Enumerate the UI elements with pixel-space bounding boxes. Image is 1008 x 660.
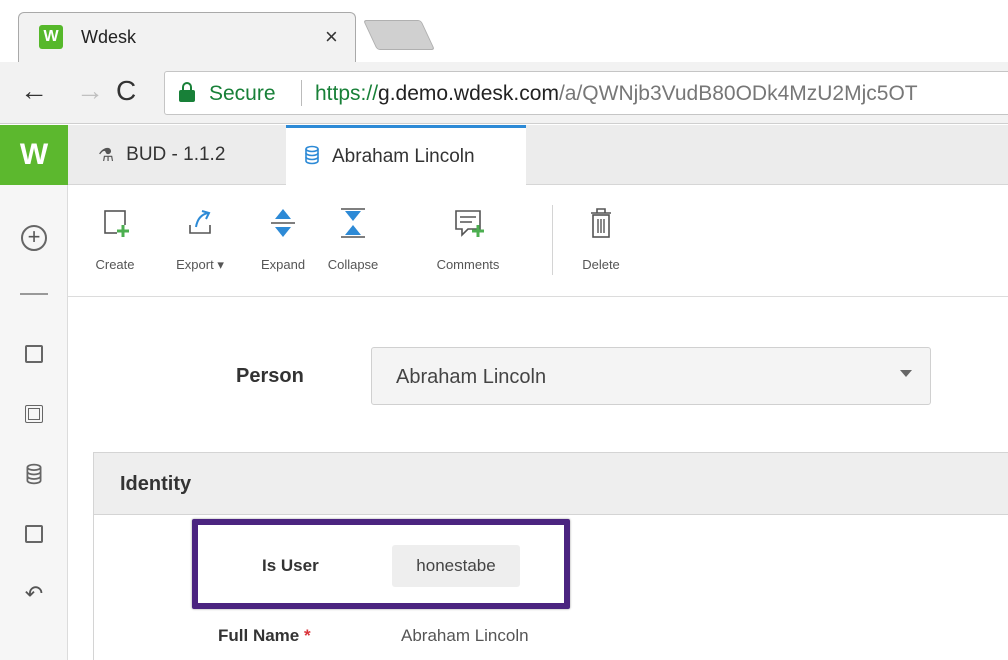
export-label: Export ▾ bbox=[176, 257, 224, 272]
trash-icon bbox=[566, 203, 636, 243]
tab-abraham-lincoln[interactable]: Abraham Lincoln bbox=[286, 125, 526, 186]
is-user-label: Is User bbox=[262, 556, 319, 575]
export-button[interactable]: Export ▾ bbox=[165, 203, 235, 273]
expand-label: Expand bbox=[260, 257, 306, 272]
collapse-button[interactable]: Collapse bbox=[318, 203, 388, 272]
export-icon bbox=[165, 203, 235, 243]
tab-bud-label: BUD - 1.1.2 bbox=[126, 144, 226, 165]
wdesk-favicon-icon: W bbox=[39, 25, 63, 49]
create-label: Create bbox=[95, 257, 135, 272]
history-icon[interactable]: ↶ bbox=[20, 580, 48, 608]
document-icon[interactable] bbox=[20, 340, 48, 368]
url-scheme: https:// bbox=[315, 82, 379, 105]
forward-arrow-icon[interactable]: → bbox=[76, 76, 104, 106]
delete-label: Delete bbox=[582, 257, 620, 272]
expand-icon bbox=[248, 203, 318, 243]
url-domain: g.demo.wdesk.com bbox=[378, 82, 559, 105]
back-arrow-icon[interactable]: ← bbox=[20, 76, 48, 106]
database-icon bbox=[304, 145, 320, 170]
tab-abraham-lincoln-label: Abraham Lincoln bbox=[332, 146, 475, 167]
lock-icon bbox=[179, 82, 195, 102]
person-select-value: Abraham Lincoln bbox=[396, 366, 547, 388]
sidebar-divider bbox=[20, 293, 48, 295]
comments-icon bbox=[423, 203, 513, 243]
export-text: Export bbox=[176, 257, 214, 272]
address-bar[interactable]: Secure https://g.demo.wdesk.com/a/QWNjb3… bbox=[164, 71, 1008, 115]
address-separator bbox=[301, 80, 302, 106]
collapse-label: Collapse bbox=[327, 257, 379, 272]
toolbar-separator bbox=[552, 205, 553, 275]
create-button[interactable]: Create bbox=[80, 203, 150, 272]
left-sidebar: + ↶ bbox=[0, 185, 68, 660]
browser-tab-title: Wdesk bbox=[81, 27, 137, 47]
tab-bud[interactable]: ⚗ BUD - 1.1.2 bbox=[98, 125, 225, 185]
identity-header[interactable]: Identity bbox=[94, 453, 1008, 515]
app-tabbar: ⚗ BUD - 1.1.2 Abraham Lincoln bbox=[68, 125, 1008, 186]
required-marker: * bbox=[303, 626, 311, 645]
secure-label: Secure bbox=[209, 82, 276, 105]
expand-button[interactable]: Expand bbox=[248, 203, 318, 272]
reload-icon[interactable]: C bbox=[116, 76, 136, 106]
browser-tabstrip: W Wdesk × bbox=[0, 0, 1008, 62]
add-circle-icon[interactable]: + bbox=[21, 225, 47, 251]
filter-icon[interactable] bbox=[20, 520, 48, 548]
full-name-value[interactable]: Abraham Lincoln bbox=[401, 626, 529, 646]
person-label: Person bbox=[236, 365, 304, 387]
full-name-label-text: Full Name bbox=[218, 626, 300, 645]
is-user-value[interactable]: honestabe bbox=[392, 545, 520, 587]
url-path: /a/QWNjb3VudB80ODk4MzU2Mjc5OT bbox=[558, 82, 918, 105]
new-tab-button[interactable] bbox=[363, 20, 435, 50]
close-tab-icon[interactable]: × bbox=[325, 24, 338, 50]
browser-toolbar: ← → C Secure https://g.demo.wdesk.com/a/… bbox=[0, 62, 1008, 124]
flask-icon: ⚗ bbox=[98, 144, 115, 165]
spreadsheet-icon[interactable] bbox=[20, 400, 48, 428]
chevron-down-icon bbox=[900, 370, 912, 377]
url-text: https://g.demo.wdesk.com/a/QWNjb3VudB80O… bbox=[315, 82, 918, 106]
comments-button[interactable]: Comments bbox=[423, 203, 513, 272]
create-icon bbox=[80, 203, 150, 243]
full-name-label: Full Name * bbox=[218, 626, 311, 646]
database-nav-icon[interactable] bbox=[20, 460, 48, 488]
comments-label: Comments bbox=[436, 257, 500, 272]
action-toolbar: Create Export ▾ Expand Collapse Comments… bbox=[68, 185, 1008, 297]
browser-tab-wdesk[interactable]: W Wdesk × bbox=[18, 12, 356, 62]
wdesk-logo[interactable]: W bbox=[0, 125, 68, 185]
identity-title: Identity bbox=[120, 473, 192, 495]
delete-button[interactable]: Delete bbox=[566, 203, 636, 272]
collapse-icon bbox=[318, 203, 388, 243]
person-select[interactable]: Abraham Lincoln bbox=[371, 347, 931, 405]
